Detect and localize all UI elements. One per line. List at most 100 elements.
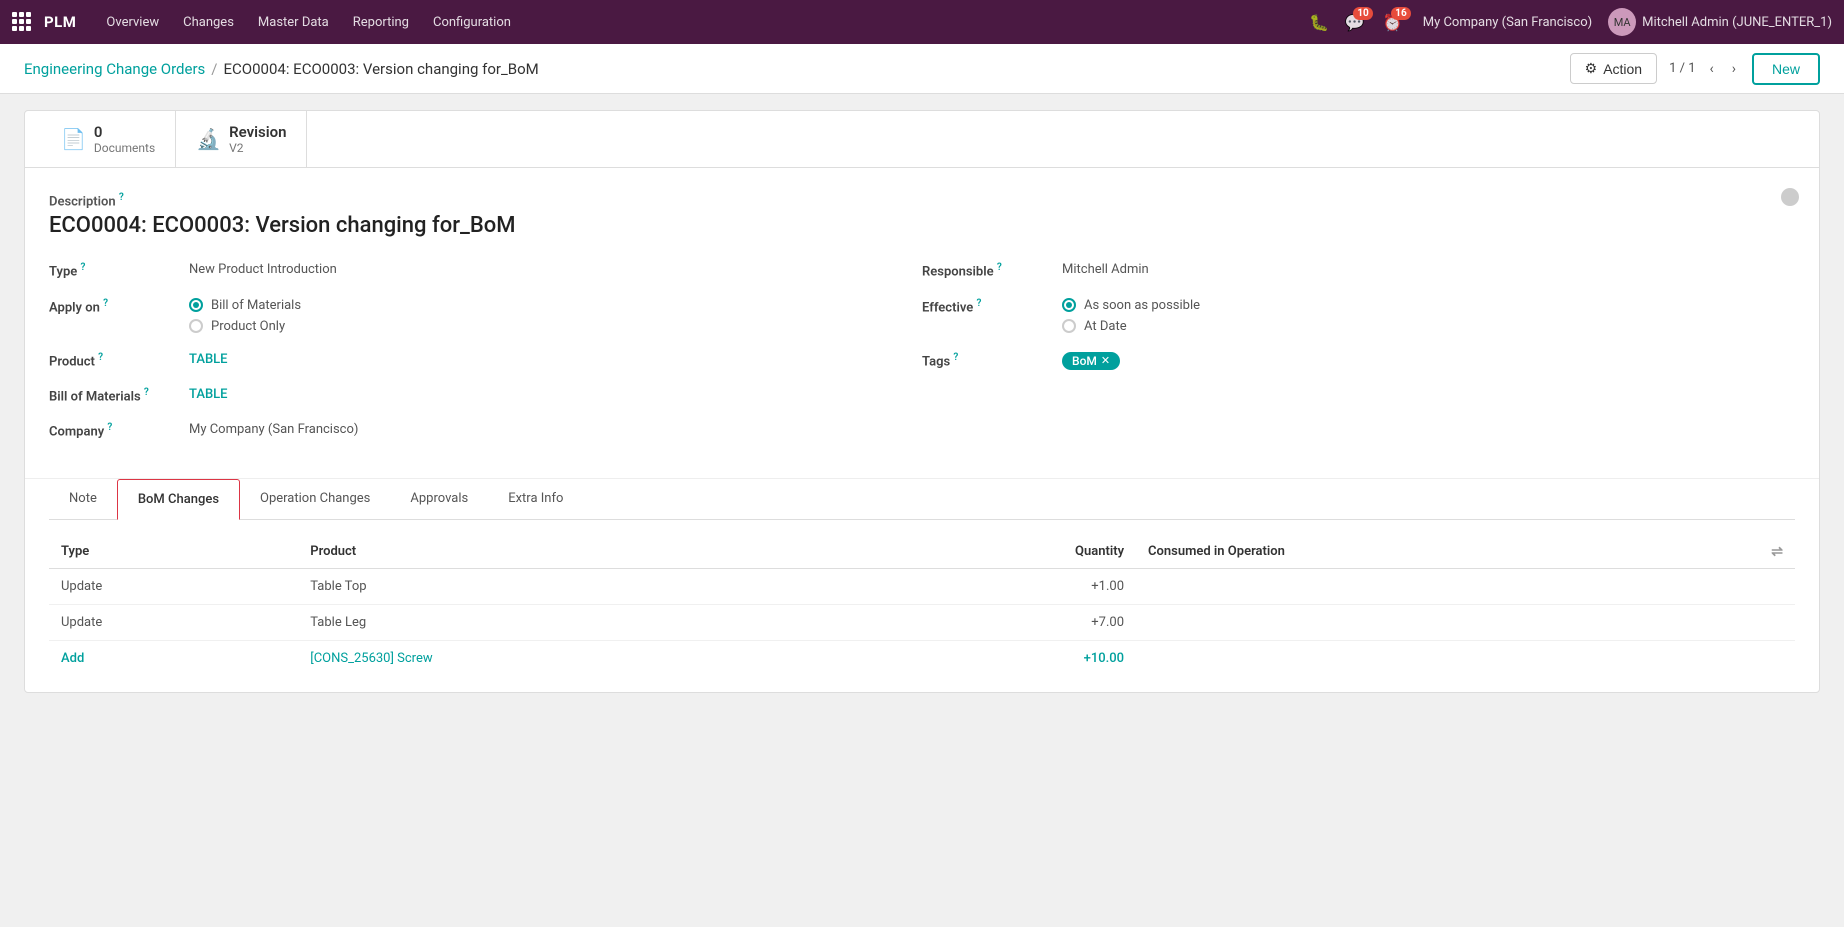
effective-date-option[interactable]: At Date bbox=[1062, 319, 1795, 334]
effective-date-label: At Date bbox=[1084, 319, 1127, 334]
tab-extra-info[interactable]: Extra Info bbox=[488, 479, 583, 520]
bug-icon[interactable]: 🐛 bbox=[1309, 13, 1329, 32]
gear-icon: ⚙ bbox=[1585, 60, 1598, 77]
col-quantity: Quantity bbox=[857, 536, 1136, 569]
responsible-value: Mitchell Admin bbox=[1062, 258, 1795, 277]
user-avatar: MA bbox=[1608, 8, 1636, 36]
apply-bom-label: Bill of Materials bbox=[211, 298, 301, 313]
effective-asap-option[interactable]: As soon as possible bbox=[1062, 298, 1795, 313]
apply-on-label: Apply on ? bbox=[49, 294, 189, 315]
form-left-col: Type ? New Product Introduction Apply on… bbox=[49, 258, 922, 453]
effective-radio-group: As soon as possible At Date bbox=[1062, 298, 1795, 334]
col-product: Product bbox=[298, 536, 857, 569]
company-name: My Company (San Francisco) bbox=[1423, 15, 1592, 30]
form-card: 📄 0 Documents 🔬 Revision V2 Description … bbox=[24, 110, 1820, 693]
form-grid: Type ? New Product Introduction Apply on… bbox=[49, 258, 1795, 453]
row2-type: Update bbox=[49, 604, 298, 640]
page-indicator: 1 / 1 bbox=[1669, 61, 1695, 76]
company-label: Company ? bbox=[49, 418, 189, 439]
product-value[interactable]: TABLE bbox=[189, 348, 906, 367]
form-section: Description ? ECO0004: ECO0003: Version … bbox=[25, 168, 1819, 478]
user-menu[interactable]: MA Mitchell Admin (JUNE_ENTER_1) bbox=[1608, 8, 1832, 36]
col-type: Type bbox=[49, 536, 298, 569]
company-row: Company ? My Company (San Francisco) bbox=[49, 418, 906, 439]
new-button[interactable]: New bbox=[1752, 53, 1820, 85]
apply-bom-option[interactable]: Bill of Materials bbox=[189, 298, 906, 313]
next-arrow[interactable]: › bbox=[1724, 57, 1744, 81]
responsible-row: Responsible ? Mitchell Admin bbox=[922, 258, 1795, 279]
breadcrumb-actions: ⚙ Action 1 / 1 ‹ › New bbox=[1570, 53, 1820, 85]
effective-row: Effective ? As soon as possible bbox=[922, 294, 1795, 334]
user-name: Mitchell Admin (JUNE_ENTER_1) bbox=[1642, 15, 1832, 30]
product-label: Product ? bbox=[49, 348, 189, 369]
documents-count: 0 bbox=[94, 123, 155, 141]
table-row: Add [CONS_25630] Screw +10.00 bbox=[49, 640, 1795, 676]
bom-changes-table: Type Product Quantity Consumed in Operat… bbox=[49, 536, 1795, 676]
row3-operation bbox=[1136, 640, 1795, 676]
row1-product: Table Top bbox=[298, 568, 857, 604]
type-value: New Product Introduction bbox=[189, 258, 906, 277]
company-value: My Company (San Francisco) bbox=[189, 418, 906, 437]
tab-note[interactable]: Note bbox=[49, 479, 117, 520]
bom-label: Bill of Materials ? bbox=[49, 383, 189, 404]
apply-product-option[interactable]: Product Only bbox=[189, 319, 906, 334]
table-section: Type Product Quantity Consumed in Operat… bbox=[25, 520, 1819, 692]
bom-value[interactable]: TABLE bbox=[189, 383, 906, 402]
effective-value: As soon as possible At Date bbox=[1062, 294, 1795, 334]
alerts-icon[interactable]: ⏰ 16 bbox=[1383, 13, 1403, 32]
nav-master-data[interactable]: Master Data bbox=[248, 11, 339, 34]
alerts-badge: 16 bbox=[1391, 7, 1410, 20]
tabs-bar: Note BoM Changes Operation Changes Appro… bbox=[49, 479, 1795, 520]
apply-on-value: Bill of Materials Product Only bbox=[189, 294, 906, 334]
nav-arrows: 1 / 1 ‹ › bbox=[1665, 57, 1744, 81]
form-title: ECO0004: ECO0003: Version changing for_B… bbox=[49, 213, 1795, 238]
form-right-col: Responsible ? Mitchell Admin Effective ? bbox=[922, 258, 1795, 453]
row2-product: Table Leg bbox=[298, 604, 857, 640]
revision-icon: 🔬 bbox=[196, 127, 221, 151]
effective-date-radio[interactable] bbox=[1062, 319, 1076, 333]
documents-smart-button[interactable]: 📄 0 Documents bbox=[41, 111, 176, 167]
row1-type: Update bbox=[49, 568, 298, 604]
col-operation: Consumed in Operation ⇌ bbox=[1136, 536, 1795, 569]
bom-tag[interactable]: BoM ✕ bbox=[1062, 352, 1120, 370]
top-navigation: PLM Overview Changes Master Data Reporti… bbox=[0, 0, 1844, 44]
tag-label: BoM bbox=[1072, 354, 1097, 368]
row3-qty: +10.00 bbox=[857, 640, 1136, 676]
row1-qty: +1.00 bbox=[857, 568, 1136, 604]
table-row: Update Table Top +1.00 bbox=[49, 568, 1795, 604]
responsible-label: Responsible ? bbox=[922, 258, 1062, 279]
action-button[interactable]: ⚙ Action bbox=[1570, 53, 1657, 84]
revision-label: Revision bbox=[229, 123, 286, 141]
tag-remove-icon[interactable]: ✕ bbox=[1101, 354, 1110, 367]
sort-icon[interactable]: ⇌ bbox=[1771, 544, 1783, 560]
nav-changes[interactable]: Changes bbox=[173, 11, 244, 34]
nav-reporting[interactable]: Reporting bbox=[343, 11, 419, 34]
nav-configuration[interactable]: Configuration bbox=[423, 11, 521, 34]
app-menu-icon[interactable] bbox=[12, 12, 32, 32]
tags-row: Tags ? BoM ✕ bbox=[922, 348, 1795, 370]
apply-bom-radio[interactable] bbox=[189, 298, 203, 312]
product-row: Product ? TABLE bbox=[49, 348, 906, 369]
status-dot bbox=[1781, 188, 1799, 206]
tab-bom-changes[interactable]: BoM Changes bbox=[117, 479, 240, 520]
documents-label: Documents bbox=[94, 141, 155, 155]
tab-operation-changes[interactable]: Operation Changes bbox=[240, 479, 390, 520]
bom-row: Bill of Materials ? TABLE bbox=[49, 383, 906, 404]
row3-type: Add bbox=[49, 640, 298, 676]
prev-arrow[interactable]: ‹ bbox=[1702, 57, 1722, 81]
breadcrumb-parent[interactable]: Engineering Change Orders bbox=[24, 60, 205, 78]
breadcrumb: Engineering Change Orders / ECO0004: ECO… bbox=[24, 60, 539, 78]
tab-approvals[interactable]: Approvals bbox=[390, 479, 488, 520]
row3-product[interactable]: [CONS_25630] Screw bbox=[298, 640, 857, 676]
tabs-section: Note BoM Changes Operation Changes Appro… bbox=[25, 478, 1819, 520]
nav-overview[interactable]: Overview bbox=[96, 11, 169, 34]
table-row: Update Table Leg +7.00 bbox=[49, 604, 1795, 640]
apply-product-radio[interactable] bbox=[189, 319, 203, 333]
effective-asap-radio[interactable] bbox=[1062, 298, 1076, 312]
revision-smart-button[interactable]: 🔬 Revision V2 bbox=[176, 111, 307, 167]
smart-buttons-bar: 📄 0 Documents 🔬 Revision V2 bbox=[25, 111, 1819, 168]
messages-icon[interactable]: 💬 10 bbox=[1345, 13, 1365, 32]
effective-label: Effective ? bbox=[922, 294, 1062, 315]
tags-label: Tags ? bbox=[922, 348, 1062, 369]
brand-logo: PLM bbox=[44, 13, 76, 31]
